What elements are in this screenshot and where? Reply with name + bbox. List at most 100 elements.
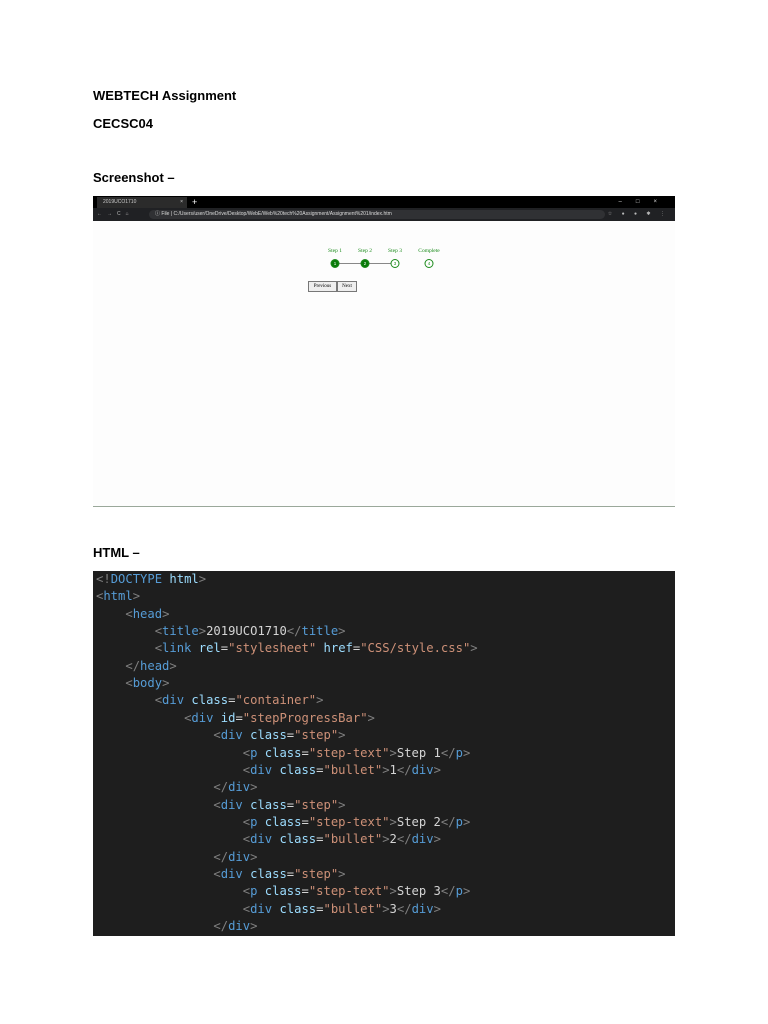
code-token: </	[213, 849, 229, 864]
url-text: C:/Users/user/OneDrive/Desktop/WebE/Web%…	[173, 211, 392, 217]
code-token: >	[389, 814, 397, 829]
code-token: div	[411, 762, 434, 777]
code-token: >	[433, 832, 441, 847]
code-token: div	[228, 780, 251, 795]
code-token: >	[433, 762, 441, 777]
code-token: <	[242, 745, 251, 760]
code-token: </	[125, 658, 141, 673]
code-token: </	[213, 919, 229, 933]
code-token: p	[455, 745, 463, 760]
doc-title: WEBTECH Assignment	[93, 88, 237, 103]
code-token: >	[462, 884, 471, 899]
code-token: <	[154, 641, 163, 656]
window-controls: –□×	[618, 199, 671, 205]
code-token: >	[367, 710, 375, 725]
step-label: Complete	[418, 248, 440, 254]
code-token: >	[462, 745, 471, 760]
code-line: <div class="bullet">2</div>	[96, 831, 441, 848]
code-line: <div class="bullet">1</div>	[96, 762, 441, 779]
extension-icons: ☆ ● ● ✱ ⋮	[607, 211, 669, 217]
code-token: "step-text"	[308, 745, 390, 760]
code-line: <p class="step-text">Step 3</p>	[96, 883, 471, 900]
code-token: head	[140, 658, 170, 673]
code-token: Step 2	[396, 814, 441, 829]
code-line: </head>	[96, 658, 177, 675]
code-token: >	[338, 797, 346, 812]
code-token: <	[125, 606, 133, 621]
screenshot-heading: Screenshot –	[93, 170, 175, 185]
code-token: =	[301, 884, 309, 899]
code-token: >	[250, 849, 258, 864]
code-token: class	[250, 797, 287, 812]
browser-screenshot: 2019UCO1710 × + –□× ←→C⌂ ⓘ File | C:/User…	[93, 196, 675, 507]
code-token: p	[455, 814, 463, 829]
code-token: <	[213, 728, 221, 743]
html-heading: HTML –	[93, 545, 140, 560]
code-token: </	[396, 901, 412, 916]
code-token: "stepProgressBar"	[242, 710, 368, 725]
code-token: 1	[389, 762, 397, 777]
code-token: <	[213, 866, 221, 881]
code-block: <!DOCTYPE html> <html> <head> <title>2019…	[93, 571, 675, 936]
code-token: <	[154, 693, 163, 708]
code-token: >	[389, 745, 397, 760]
code-line: <title>2019UCO1710</title>	[96, 623, 346, 640]
code-line: <div class="step">	[96, 797, 346, 814]
code-token: "container"	[235, 693, 317, 708]
code-token: </	[440, 814, 456, 829]
code-token: "step"	[294, 866, 339, 881]
code-token: div	[191, 710, 214, 725]
step-bullet: 2	[360, 259, 370, 268]
url-prefix: ⓘ File |	[155, 211, 173, 217]
document-page: WEBTECH Assignment CECSC04 Screenshot – …	[0, 0, 768, 1024]
code-token: >	[433, 901, 441, 916]
code-line: <html>	[96, 588, 140, 605]
code-token: </	[213, 780, 229, 795]
code-token: "bullet"	[323, 762, 383, 777]
code-token: "step-text"	[308, 814, 390, 829]
code-token: div	[250, 832, 273, 847]
code-token: >	[389, 884, 397, 899]
code-token: "bullet"	[323, 901, 383, 916]
code-token: div	[411, 901, 434, 916]
browser-tab: 2019UCO1710 ×	[97, 197, 187, 208]
step-bullet: 1	[330, 259, 340, 268]
code-token: >	[382, 901, 390, 916]
code-line: <div class="step">	[96, 727, 345, 744]
code-token: link	[162, 641, 192, 656]
code-token: "CSS/style.css"	[360, 641, 471, 656]
code-token: div	[411, 832, 434, 847]
code-token: class	[264, 814, 302, 829]
code-token: >	[250, 780, 258, 795]
code-token: </	[440, 884, 456, 899]
code-token: >	[462, 814, 471, 829]
code-token: 3	[389, 901, 397, 916]
step-bullet: 4	[424, 259, 434, 268]
code-token: <	[242, 884, 251, 899]
code-line: <p class="step-text">Step 1</p>	[96, 745, 471, 762]
code-token: >	[338, 866, 346, 881]
code-token: 2	[389, 832, 397, 847]
code-token: =	[301, 745, 309, 760]
code-token: class	[279, 901, 317, 916]
nav-icons: ←→C⌂	[97, 211, 134, 217]
code-token: <	[242, 762, 251, 777]
code-token: div	[228, 849, 251, 864]
code-token: p	[455, 884, 463, 899]
code-token: html	[103, 589, 133, 604]
code-line: <div class="step">	[96, 866, 346, 883]
code-token: >	[169, 658, 177, 673]
